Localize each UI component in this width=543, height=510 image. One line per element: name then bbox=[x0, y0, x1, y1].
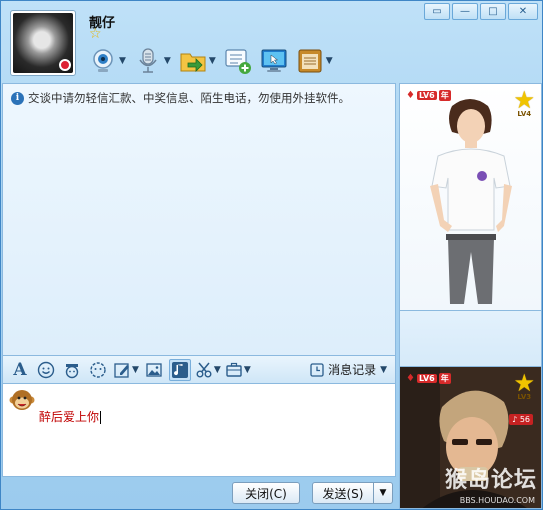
chevron-down-icon[interactable]: ▼ bbox=[244, 365, 251, 375]
info-icon: i bbox=[11, 91, 24, 105]
chevron-down-icon: ▼ bbox=[379, 488, 387, 498]
chat-toolbar: ▼ ▼ ▼ ▼ bbox=[87, 45, 335, 77]
avatar-image bbox=[13, 13, 73, 73]
music-button[interactable] bbox=[168, 358, 191, 381]
close-window-button[interactable]: ✕ bbox=[508, 3, 538, 20]
vip-emoji-button[interactable] bbox=[61, 359, 83, 381]
music-note-icon bbox=[171, 361, 188, 378]
vip-level: LV6 bbox=[416, 374, 437, 383]
volume-icon: ♪ bbox=[512, 415, 518, 424]
maximize-button[interactable]: □ bbox=[480, 3, 506, 20]
app-box-icon bbox=[296, 47, 324, 75]
shake-face-icon bbox=[90, 361, 106, 378]
diamond-icon: ♦ bbox=[406, 373, 415, 384]
busy-status-icon bbox=[59, 59, 71, 71]
minimize-button[interactable]: — bbox=[452, 3, 478, 20]
window-controls: ▭ — □ ✕ bbox=[424, 3, 538, 20]
send-button[interactable]: 发送(S) bbox=[312, 482, 374, 504]
avatar-figure bbox=[430, 99, 512, 304]
send-image-button[interactable] bbox=[143, 359, 165, 381]
send-file-button[interactable]: ▼ bbox=[177, 45, 218, 77]
text-cursor bbox=[100, 411, 102, 424]
draft-text: 醉后爱上你 bbox=[39, 410, 100, 424]
action-bar: 关闭(C) 发送(S) ▼ bbox=[2, 477, 396, 509]
image-icon bbox=[146, 362, 162, 377]
message-add-icon bbox=[224, 47, 252, 75]
clock-icon bbox=[310, 362, 324, 377]
star-icon: ★ bbox=[513, 369, 535, 397]
contact-avatar[interactable] bbox=[10, 10, 76, 76]
security-notice-text: 交谈中请勿轻信汇款、中奖信息、陌生电话，勿使用外挂软件。 bbox=[28, 91, 350, 105]
message-history-label: 消息记录 bbox=[328, 363, 377, 377]
my-show-panel[interactable]: ♦ LV6 年 ★ LV3 ♪ 56 猴岛论坛 BBS.HOUDAO.COM bbox=[399, 366, 542, 509]
handwriting-button[interactable]: ▼ bbox=[113, 359, 139, 381]
input-draft-text: 醉后爱上你 bbox=[39, 408, 102, 425]
microphone-icon bbox=[134, 47, 162, 75]
shake-button[interactable] bbox=[87, 359, 109, 381]
friend-show-panel[interactable]: ♦ LV6 年 ★ LV4 bbox=[399, 83, 542, 311]
forum-watermark-url: BBS.HOUDAO.COM bbox=[459, 496, 535, 505]
volume-badge: ♪ 56 bbox=[509, 414, 533, 425]
chevron-down-icon[interactable]: ▼ bbox=[132, 365, 139, 375]
message-input[interactable]: 醉后爱上你 bbox=[2, 384, 396, 477]
remote-assist-button[interactable] bbox=[258, 45, 290, 77]
chevron-down-icon[interactable]: ▼ bbox=[326, 56, 333, 66]
window-menu-button[interactable]: ▭ bbox=[424, 3, 450, 20]
emoji-button[interactable] bbox=[35, 359, 57, 381]
voice-call-button[interactable]: ▼ bbox=[132, 45, 173, 77]
toolbox-button[interactable]: ▼ bbox=[225, 359, 251, 381]
apps-button[interactable]: ▼ bbox=[294, 45, 335, 77]
create-discussion-button[interactable] bbox=[222, 45, 254, 77]
webcam-icon bbox=[89, 47, 117, 75]
briefcase-icon bbox=[226, 362, 242, 377]
vip-badge: ♦ LV6 年 bbox=[406, 373, 451, 384]
magic-face-icon bbox=[65, 363, 79, 378]
chevron-down-icon[interactable]: ▼ bbox=[214, 365, 221, 375]
screenshot-button[interactable]: ▼ bbox=[195, 359, 221, 381]
forum-watermark: 猴岛论坛 bbox=[444, 468, 537, 493]
chevron-down-icon[interactable]: ▼ bbox=[164, 56, 171, 66]
close-button[interactable]: 关闭(C) bbox=[232, 482, 300, 504]
chevron-down-icon: ▼ bbox=[380, 364, 387, 375]
font-button[interactable]: A bbox=[9, 359, 31, 381]
message-history[interactable]: i 交谈中请勿轻信汇款、中奖信息、陌生电话，勿使用外挂软件。 bbox=[2, 83, 396, 356]
scissors-icon bbox=[196, 362, 212, 377]
chat-window: ▭ — □ ✕ 靓仔 ☆ ▼ ▼ ▼ ▼ i 交谈中请勿轻信汇款、中奖信息、陌生… bbox=[0, 0, 543, 510]
edit-icon bbox=[114, 362, 129, 378]
crown-star-icon[interactable]: ☆ bbox=[89, 27, 102, 41]
file-transfer-icon bbox=[179, 47, 207, 75]
chevron-down-icon[interactable]: ▼ bbox=[119, 56, 126, 66]
smiley-icon bbox=[37, 361, 55, 378]
security-notice: i 交谈中请勿轻信汇款、中奖信息、陌生电话，勿使用外挂软件。 bbox=[11, 90, 350, 106]
show-panel-divider bbox=[399, 311, 542, 366]
level-star: ★ LV3 bbox=[513, 371, 535, 401]
font-icon: A bbox=[13, 359, 27, 380]
send-options-button[interactable]: ▼ bbox=[373, 482, 393, 504]
format-toolbar: A ▼ ▼ ▼ 消息记录 ▼ bbox=[2, 356, 396, 384]
video-call-button[interactable]: ▼ bbox=[87, 45, 128, 77]
chevron-down-icon[interactable]: ▼ bbox=[209, 56, 216, 66]
volume-value: 56 bbox=[519, 415, 530, 424]
message-history-button[interactable]: 消息记录 ▼ bbox=[310, 361, 387, 378]
level-star-label: LV3 bbox=[517, 393, 532, 401]
vip-year: 年 bbox=[438, 373, 451, 384]
monkey-emoji-icon bbox=[9, 388, 35, 414]
remote-desktop-icon bbox=[260, 47, 288, 75]
